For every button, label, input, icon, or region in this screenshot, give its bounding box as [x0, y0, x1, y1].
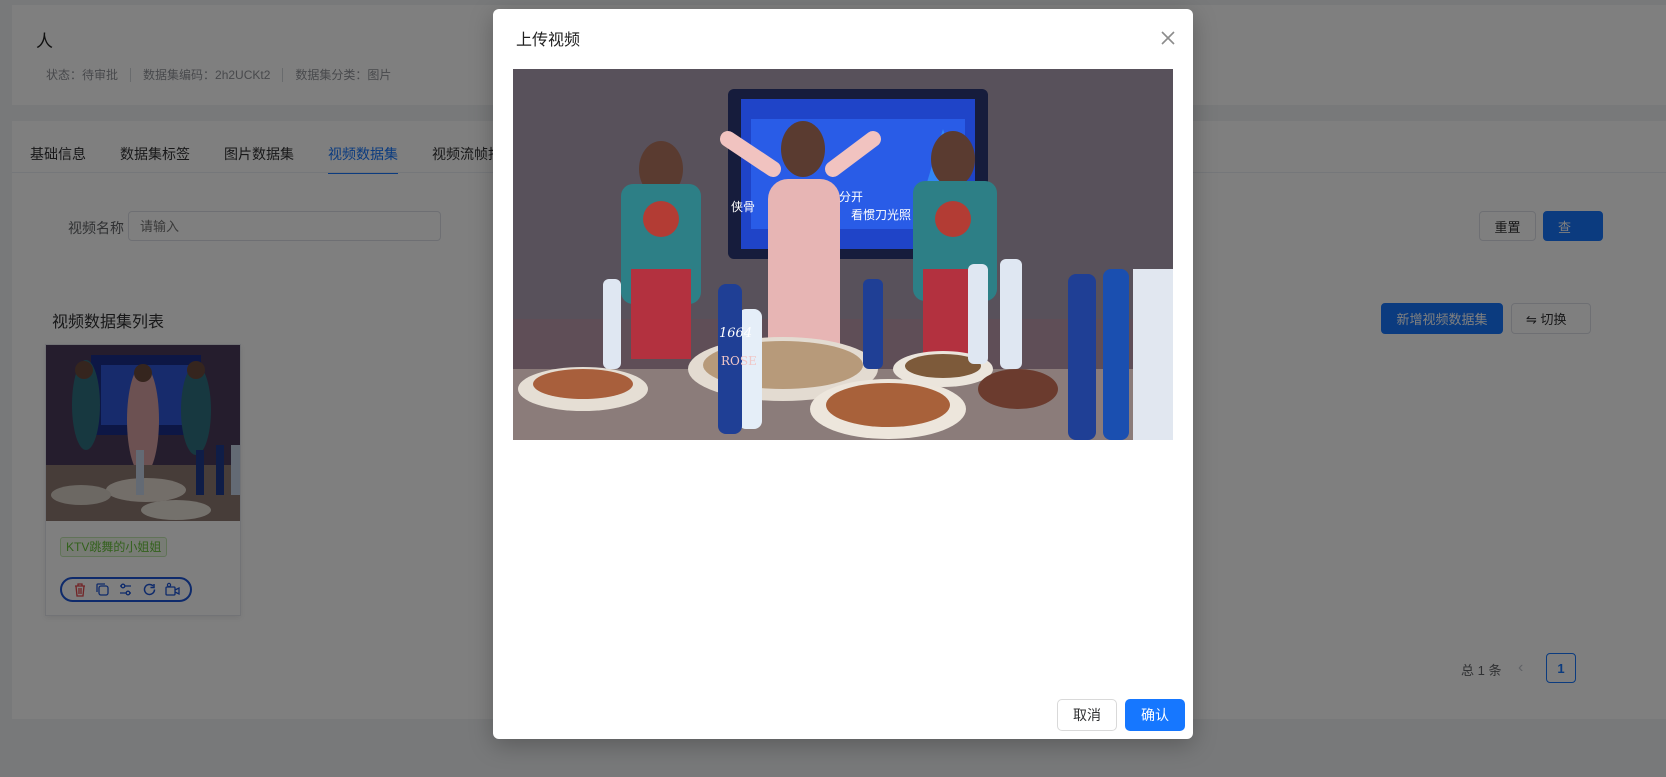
- video-caption-2: 看惯刀光照: [851, 207, 911, 222]
- upload-video-dialog: 上传视频 侠骨 分开 看惯刀光照 1664 ROSE 取消 确认: [493, 9, 1193, 739]
- video-player[interactable]: 侠骨 分开 看惯刀光照 1664 ROSE: [513, 69, 1173, 440]
- bottle-sub-label: ROSE: [721, 354, 757, 368]
- confirm-button[interactable]: 确认: [1125, 699, 1185, 731]
- bottle-label: 1664: [719, 326, 752, 341]
- close-icon[interactable]: [1158, 28, 1178, 48]
- dialog-title: 上传视频: [516, 32, 581, 49]
- video-caption-1b: 分开: [839, 190, 863, 204]
- video-caption-1: 侠骨: [731, 200, 755, 214]
- cancel-button[interactable]: 取消: [1057, 699, 1117, 731]
- video-frame-image: 侠骨 分开 看惯刀光照 1664 ROSE: [513, 69, 1173, 440]
